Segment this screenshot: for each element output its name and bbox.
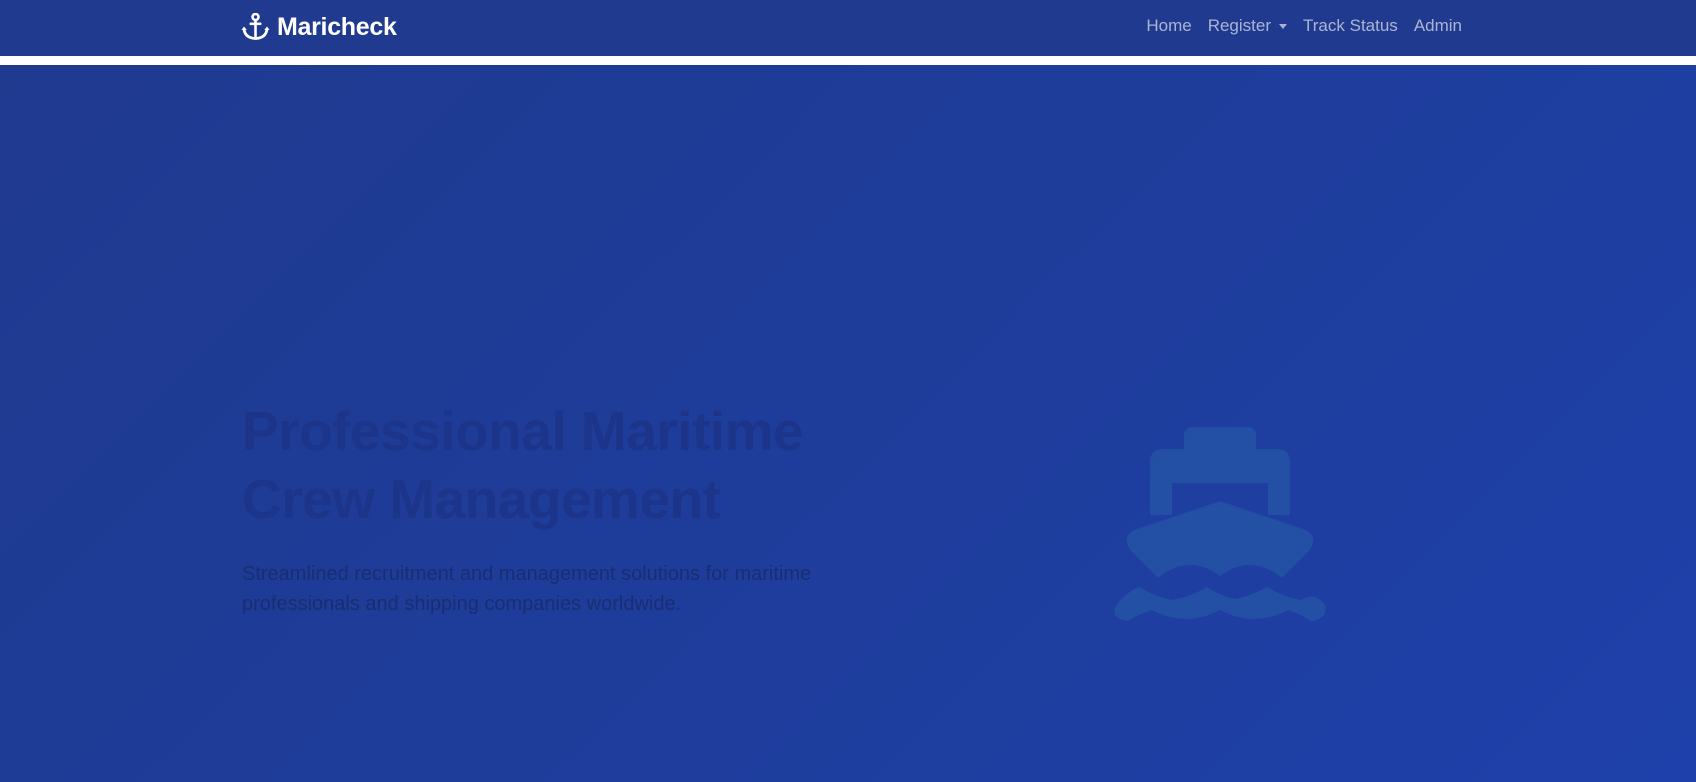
nav-register-dropdown[interactable]: Register bbox=[1200, 16, 1295, 36]
hero-title-line-1: Professional Maritime bbox=[242, 400, 804, 462]
nav-admin-link[interactable]: Admin bbox=[1406, 16, 1470, 36]
hero-subtitle: Streamlined recruitment and management s… bbox=[242, 559, 882, 619]
nav-home-link[interactable]: Home bbox=[1138, 16, 1199, 36]
hero-subtitle-line-2: professionals and shipping companies wor… bbox=[242, 593, 682, 615]
hero-subtitle-line-1: Streamlined recruitment and management s… bbox=[242, 563, 812, 585]
hero-section: Professional Maritime Crew Management St… bbox=[0, 65, 1696, 782]
top-navbar: Maricheck Home Register Track Status Adm… bbox=[0, 0, 1696, 56]
navbar-divider bbox=[0, 58, 1696, 65]
nav-track-status-link[interactable]: Track Status bbox=[1295, 16, 1406, 36]
brand-link[interactable]: Maricheck bbox=[241, 11, 397, 43]
anchor-icon bbox=[241, 13, 270, 40]
ship-icon bbox=[1114, 427, 1326, 621]
brand-name: Maricheck bbox=[277, 12, 397, 41]
caret-down-icon bbox=[1279, 23, 1288, 29]
hero-title: Professional Maritime Crew Management bbox=[242, 397, 882, 533]
hero-title-line-2: Crew Management bbox=[242, 468, 721, 530]
nav-register-label: Register bbox=[1207, 16, 1272, 35]
nav-links: Home Register Track Status Admin bbox=[1138, 0, 1470, 52]
